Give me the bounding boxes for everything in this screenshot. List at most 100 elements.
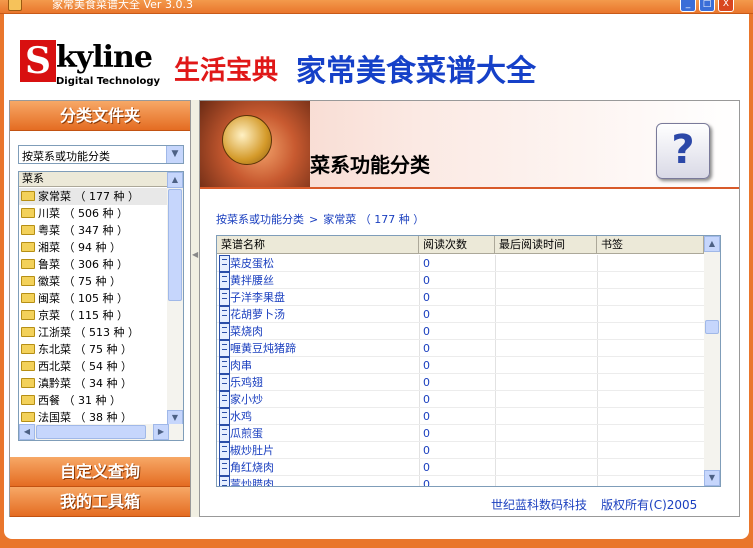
recipe-name-cell[interactable]: 辣椒炒肚片 xyxy=(219,442,415,459)
bookmark-cell xyxy=(597,391,702,408)
breadcrumb-root[interactable]: 按菜系或功能分类 xyxy=(216,213,304,226)
last-read-cell xyxy=(495,374,595,391)
recipe-name-cell[interactable]: 蕨菜烧肉 xyxy=(219,323,415,340)
read-count-cell: 0 xyxy=(423,291,430,304)
category-item[interactable]: 闽菜 （ 105 种 ） xyxy=(19,290,169,307)
help-button[interactable]: ? xyxy=(656,123,710,179)
folder-icon xyxy=(21,344,35,354)
recipe-name-cell[interactable]: 韭黄拌腰丝 xyxy=(219,272,415,289)
scroll-left-icon[interactable]: ◀ xyxy=(19,424,35,440)
breadcrumb: 按菜系或功能分类 > 家常菜 （ 177 种 ） xyxy=(216,211,424,227)
recipe-row[interactable]: 烤肉串 0 xyxy=(217,357,704,374)
logo-subtitle: Digital Technology xyxy=(56,76,161,87)
scroll-right-icon[interactable]: ▶ xyxy=(153,424,169,440)
custom-query-button[interactable]: 自定义查询 xyxy=(10,457,190,487)
recipe-name-cell[interactable]: 桔子洋李果盘 xyxy=(219,289,415,306)
title-bar: 家常美食菜谱大全 Ver 3.0.3 _ □ X xyxy=(0,0,753,14)
category-item[interactable]: 徽菜 （ 75 种 ） xyxy=(19,273,169,290)
recipe-row[interactable]: 可乐鸡翅 0 xyxy=(217,374,704,391)
recipe-row[interactable]: 咖喱黄豆炖猪蹄 0 xyxy=(217,340,704,357)
column-bookmark[interactable]: 书签 xyxy=(597,236,704,254)
category-item[interactable]: 西北菜 （ 54 种 ） xyxy=(19,358,169,375)
category-item[interactable]: 粤菜 （ 347 种 ） xyxy=(19,222,169,239)
collapse-arrow-icon[interactable]: ◀ xyxy=(192,250,198,264)
category-item[interactable]: 江浙菜 （ 513 种 ） xyxy=(19,324,169,341)
category-item[interactable]: 京菜 （ 115 种 ） xyxy=(19,307,169,324)
recipe-document-icon xyxy=(219,289,230,306)
recipe-row[interactable]: 韭菜皮蛋松 0 xyxy=(217,255,704,272)
recipe-name-cell[interactable]: 韭菜皮蛋松 xyxy=(219,255,415,272)
scroll-thumb[interactable] xyxy=(168,189,182,301)
recipe-document-icon xyxy=(219,425,230,442)
scroll-up-icon[interactable]: ▲ xyxy=(167,172,183,188)
breadcrumb-current: 家常菜 （ 177 种 ） xyxy=(323,213,425,226)
category-mode-select[interactable]: 按菜系或功能分类 ▼ xyxy=(18,145,184,164)
category-item[interactable]: 鲁菜 （ 306 种 ） xyxy=(19,256,169,273)
category-vertical-scrollbar[interactable]: ▲ ▼ xyxy=(167,172,183,426)
recipe-name-cell[interactable]: 棱角红烧肉 xyxy=(219,459,415,476)
recipe-name-cell[interactable]: 藜蒿炒腊肉 xyxy=(219,476,415,486)
recipe-name-cell[interactable]: 苦瓜煎蛋 xyxy=(219,425,415,442)
column-last-read[interactable]: 最后阅读时间 xyxy=(495,236,597,254)
recipe-name: 咖喱黄豆炖猪蹄 xyxy=(219,342,296,355)
read-count-cell: 0 xyxy=(423,478,430,487)
scroll-thumb[interactable] xyxy=(36,425,146,439)
category-item[interactable]: 滇黔菜 （ 34 种 ） xyxy=(19,375,169,392)
recipe-row[interactable]: 蕨菜烧肉 0 xyxy=(217,323,704,340)
bookmark-cell xyxy=(597,289,702,306)
recipe-document-icon xyxy=(219,323,230,340)
recipe-vertical-scrollbar[interactable]: ▲ ▼ xyxy=(704,236,720,486)
bookmark-cell xyxy=(597,323,702,340)
recipe-row[interactable]: 桔子洋李果盘 0 xyxy=(217,289,704,306)
last-read-cell xyxy=(495,408,595,425)
maximize-button[interactable]: □ xyxy=(699,0,715,12)
recipe-name-cell[interactable]: 口水鸡 xyxy=(219,408,415,425)
read-count-cell: 0 xyxy=(423,410,430,423)
read-count-cell: 0 xyxy=(423,257,430,270)
bookmark-cell xyxy=(597,374,702,391)
column-read-count[interactable]: 阅读次数 xyxy=(419,236,495,254)
minimize-button[interactable]: _ xyxy=(680,0,696,12)
recipe-row[interactable]: 韭黄拌腰丝 0 xyxy=(217,272,704,289)
recipe-row[interactable]: 口水鸡 0 xyxy=(217,408,704,425)
category-item[interactable]: 东北菜 （ 75 种 ） xyxy=(19,341,169,358)
my-toolbox-button[interactable]: 我的工具箱 xyxy=(10,487,190,517)
folder-icon xyxy=(21,327,35,337)
folder-icon xyxy=(21,361,35,371)
recipe-row[interactable]: 藜蒿炒腊肉 0 xyxy=(217,476,704,487)
recipe-name-cell[interactable]: 菊花胡萝卜汤 xyxy=(219,306,415,323)
bookmark-cell xyxy=(597,476,702,486)
chevron-down-icon[interactable]: ▼ xyxy=(166,146,183,163)
category-item[interactable]: 川菜 （ 506 种 ） xyxy=(19,205,169,222)
panel-splitter[interactable]: ◀ xyxy=(191,100,199,517)
close-button[interactable]: X xyxy=(718,0,734,12)
recipe-name-cell[interactable]: 客家小炒 xyxy=(219,391,415,408)
folder-icon xyxy=(21,293,35,303)
category-label: 川菜 （ 506 种 ） xyxy=(38,207,128,220)
recipe-name-cell[interactable]: 咖喱黄豆炖猪蹄 xyxy=(219,340,415,357)
scroll-up-icon[interactable]: ▲ xyxy=(704,236,720,252)
folder-icon xyxy=(21,208,35,218)
category-item[interactable]: 家常菜 （ 177 种 ） xyxy=(19,188,169,205)
bookmark-cell xyxy=(597,408,702,425)
last-read-cell xyxy=(495,391,595,408)
column-recipe-name[interactable]: 菜谱名称 xyxy=(217,236,419,254)
recipe-row[interactable]: 棱角红烧肉 0 xyxy=(217,459,704,476)
recipe-table[interactable]: 菜谱名称 阅读次数 最后阅读时间 书签 韭菜皮蛋松 0 韭黄拌腰丝 0 桔子洋李果盘 0 菊… xyxy=(216,235,721,487)
scroll-down-icon[interactable]: ▼ xyxy=(704,470,720,486)
category-item[interactable]: 湘菜 （ 94 种 ） xyxy=(19,239,169,256)
scroll-thumb[interactable] xyxy=(705,320,719,334)
window-frame-bottom xyxy=(0,529,753,548)
recipe-row[interactable]: 客家小炒 0 xyxy=(217,391,704,408)
recipe-row[interactable]: 辣椒炒肚片 0 xyxy=(217,442,704,459)
recipe-row[interactable]: 菊花胡萝卜汤 0 xyxy=(217,306,704,323)
category-item[interactable]: 西餐 （ 31 种 ） xyxy=(19,392,169,409)
recipe-name-cell[interactable]: 可乐鸡翅 xyxy=(219,374,415,391)
category-panel: 分类文件夹 按菜系或功能分类 ▼ 菜系 家常菜 （ 177 种 ） 川菜 （ 50… xyxy=(9,100,191,517)
content-panel: 菜系功能分类 ? 按菜系或功能分类 > 家常菜 （ 177 种 ） 菜谱名称 阅读次… xyxy=(199,100,740,517)
recipe-name-cell[interactable]: 烤肉串 xyxy=(219,357,415,374)
copyright-company[interactable]: 世纪蓝科数码科技 xyxy=(491,498,587,512)
category-horizontal-scrollbar[interactable]: ◀ ▶ xyxy=(19,424,183,440)
recipe-row[interactable]: 苦瓜煎蛋 0 xyxy=(217,425,704,442)
category-list[interactable]: 菜系 家常菜 （ 177 种 ） 川菜 （ 506 种 ） 粤菜 （ 347 种 ）… xyxy=(18,171,184,441)
